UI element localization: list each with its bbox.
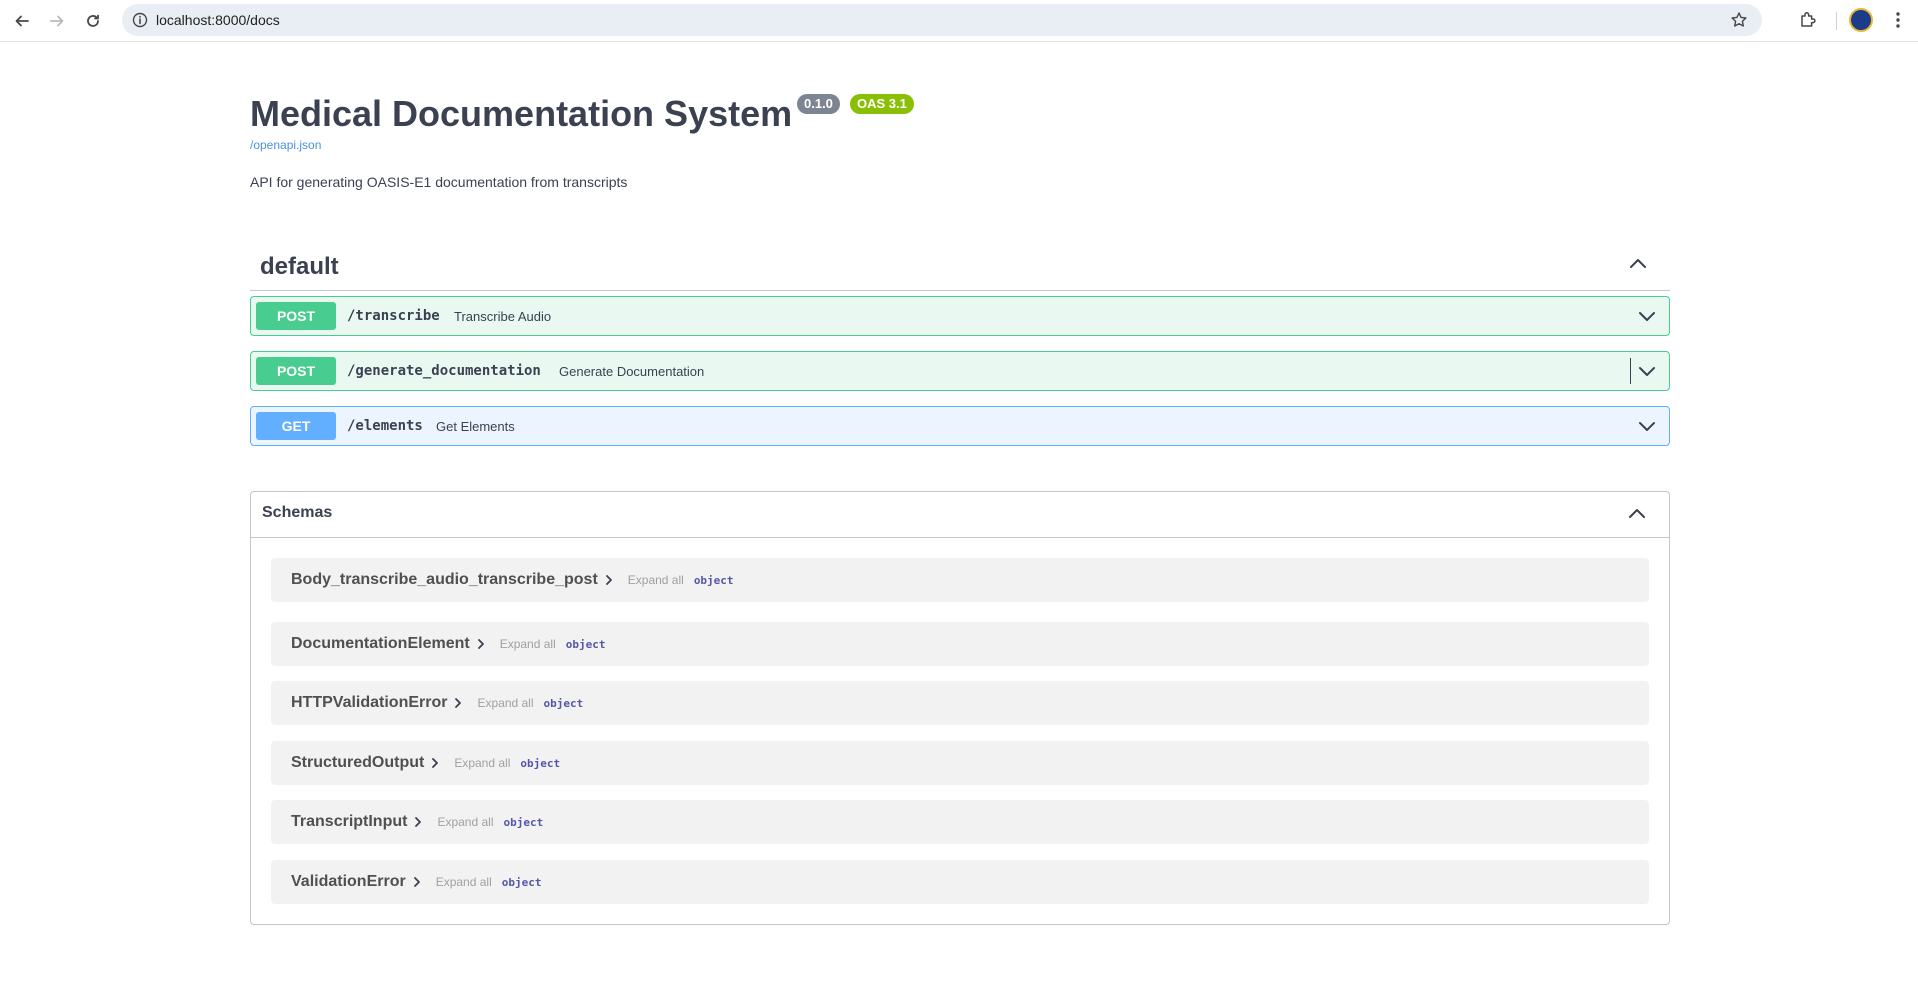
- model-type: object: [565, 637, 606, 651]
- operation-transcribe[interactable]: POST /transcribe Transcribe Audio: [250, 296, 1670, 336]
- schema-model[interactable]: ValidationError Expand all object: [271, 860, 1649, 904]
- model-name[interactable]: ValidationError: [291, 873, 406, 891]
- api-description: API for generating OASIS-E1 documentatio…: [250, 174, 628, 190]
- method-badge: GET: [256, 412, 336, 440]
- model-name[interactable]: HTTPValidationError: [291, 694, 447, 712]
- chevron-right-icon[interactable]: [476, 638, 486, 650]
- schema-model[interactable]: DocumentationElement Expand all object: [271, 622, 1649, 666]
- openapi-json-link[interactable]: /openapi.json: [250, 138, 321, 152]
- model-type: object: [693, 573, 734, 587]
- model-type: object: [520, 756, 561, 770]
- expand-all-button[interactable]: Expand all: [628, 573, 684, 587]
- browser-toolbar: localhost:8000/docs: [0, 0, 1918, 42]
- chevron-right-icon[interactable]: [413, 816, 423, 828]
- tag-name: default: [260, 253, 339, 280]
- model-name[interactable]: TranscriptInput: [291, 813, 407, 831]
- api-title: Medical Documentation System: [250, 93, 793, 134]
- chevron-down-icon[interactable]: [1637, 306, 1657, 326]
- operation-elements[interactable]: GET /elements Get Elements: [250, 406, 1670, 446]
- schema-model[interactable]: StructuredOutput Expand all object: [271, 741, 1649, 785]
- expand-all-button[interactable]: Expand all: [454, 756, 510, 770]
- model-name[interactable]: DocumentationElement: [291, 635, 470, 653]
- back-arrow-icon[interactable]: [8, 7, 36, 35]
- toolbar-separator: [1836, 12, 1837, 30]
- model-type: object: [501, 875, 542, 889]
- operation-summary: Transcribe Audio: [454, 309, 552, 324]
- profile-avatar[interactable]: [1849, 8, 1873, 32]
- expand-all-button[interactable]: Expand all: [437, 815, 493, 829]
- extensions-icon[interactable]: [1797, 9, 1819, 31]
- schema-model[interactable]: Body_transcribe_audio_transcribe_post Ex…: [271, 558, 1649, 602]
- schemas-section: Schemas Body_transcribe_audio_transcribe…: [250, 491, 1670, 925]
- chevron-right-icon[interactable]: [430, 757, 440, 769]
- url-text[interactable]: localhost:8000/docs: [156, 12, 280, 28]
- operation-summary: Get Elements: [436, 419, 515, 434]
- chevron-down-icon[interactable]: [1637, 361, 1657, 381]
- schemas-header[interactable]: Schemas: [251, 492, 1669, 538]
- model-name[interactable]: Body_transcribe_audio_transcribe_post: [291, 571, 598, 589]
- version-badge: 0.1.0: [797, 94, 840, 114]
- chevron-up-icon[interactable]: [1627, 504, 1647, 524]
- chevron-right-icon[interactable]: [412, 876, 422, 888]
- operation-path: /generate_documentation: [347, 363, 541, 379]
- model-name[interactable]: StructuredOutput: [291, 754, 424, 772]
- browser-menu-icon[interactable]: [1887, 9, 1909, 31]
- model-type: object: [503, 815, 544, 829]
- method-badge: POST: [256, 357, 336, 385]
- expand-all-button[interactable]: Expand all: [477, 696, 533, 710]
- model-type: object: [543, 696, 584, 710]
- text-cursor: [1630, 358, 1631, 384]
- chevron-up-icon[interactable]: [1628, 254, 1648, 274]
- operation-generate-documentation[interactable]: POST /generate_documentation Generate Do…: [250, 351, 1670, 391]
- schema-model[interactable]: TranscriptInput Expand all object: [271, 800, 1649, 844]
- forward-arrow-icon[interactable]: [43, 7, 71, 35]
- operation-path: /elements: [347, 418, 423, 434]
- expand-all-button[interactable]: Expand all: [436, 875, 492, 889]
- operation-summary: Generate Documentation: [559, 364, 705, 379]
- chevron-right-icon[interactable]: [453, 697, 463, 709]
- address-bar[interactable]: localhost:8000/docs: [122, 4, 1762, 36]
- tag-section-header[interactable]: default: [250, 240, 1670, 291]
- method-badge: POST: [256, 302, 336, 330]
- chevron-down-icon[interactable]: [1637, 416, 1657, 436]
- reload-icon[interactable]: [79, 7, 107, 35]
- chevron-right-icon[interactable]: [604, 574, 614, 586]
- schemas-title: Schemas: [262, 504, 333, 521]
- oas-badge: OAS 3.1: [850, 94, 914, 114]
- schema-model[interactable]: HTTPValidationError Expand all object: [271, 681, 1649, 725]
- expand-all-button[interactable]: Expand all: [500, 637, 556, 651]
- bookmark-star-icon[interactable]: [1730, 11, 1748, 29]
- operation-path: /transcribe: [347, 308, 440, 324]
- site-info-icon[interactable]: [132, 12, 148, 28]
